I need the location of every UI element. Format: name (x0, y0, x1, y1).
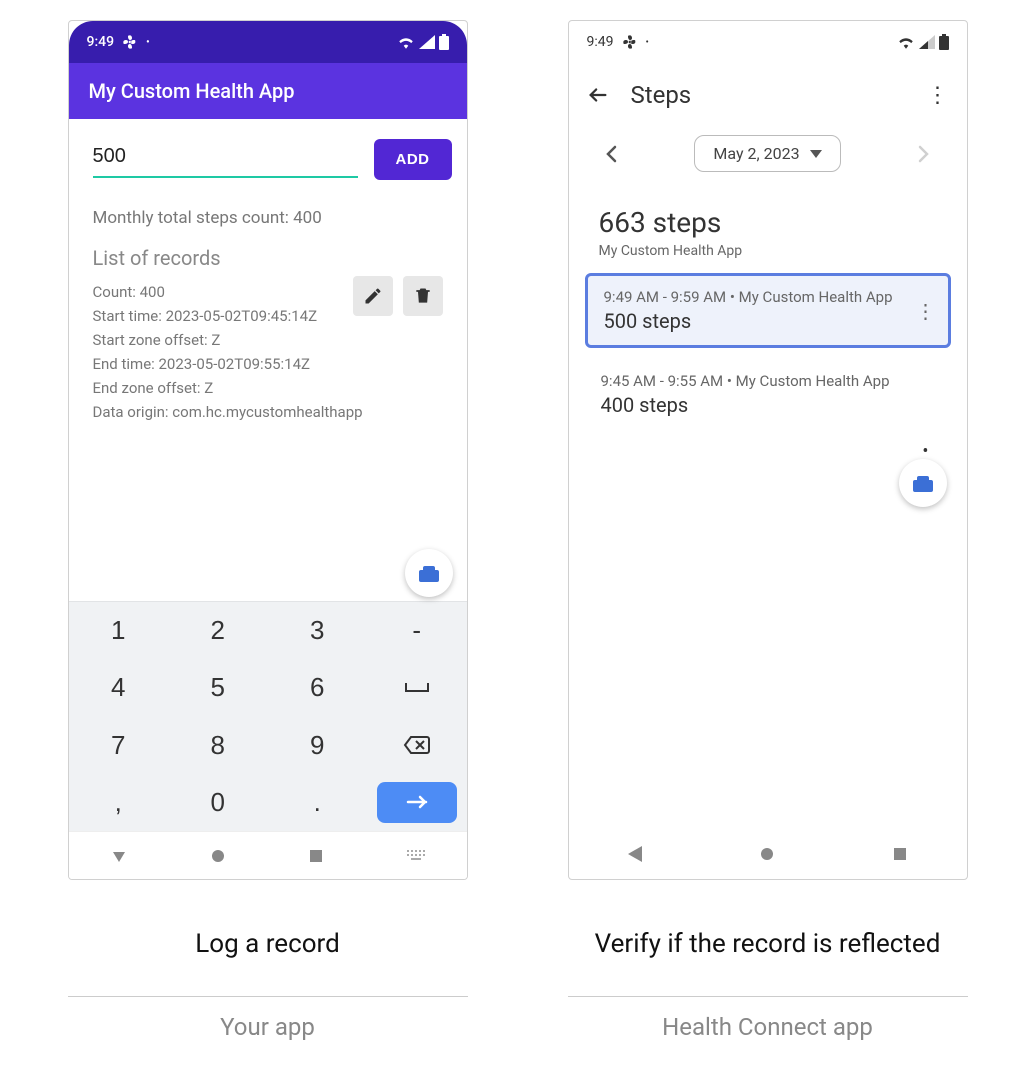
nav-home-icon[interactable] (760, 847, 774, 861)
caption-left: Log a record (195, 908, 340, 980)
app-bar: My Custom Health App (69, 63, 467, 119)
record-start-zone: Start zone offset: Z (93, 328, 443, 352)
key-backspace[interactable] (367, 717, 467, 774)
entry-overflow-button[interactable]: ⋮ (916, 299, 936, 323)
delete-button[interactable] (403, 276, 443, 316)
dot-icon: • (646, 37, 649, 48)
entry-value: 400 steps (601, 393, 935, 417)
list-heading: List of records (93, 246, 443, 270)
key-9[interactable]: 9 (268, 717, 368, 774)
date-picker-chip[interactable]: May 2, 2023 (694, 135, 840, 172)
nav-recent-icon[interactable] (309, 849, 323, 863)
key-8[interactable]: 8 (168, 717, 268, 774)
wifi-icon (397, 35, 415, 49)
status-bar: 9:49 • (569, 21, 967, 63)
monthly-total-label: Monthly total steps count: 400 (93, 208, 443, 228)
key-6[interactable]: 6 (268, 659, 368, 716)
key-4[interactable]: 4 (69, 659, 169, 716)
fan-icon (622, 34, 638, 50)
numeric-keypad: 1 2 3 - 4 5 6 7 8 9 , 0 (69, 601, 467, 831)
backspace-icon (403, 735, 431, 755)
key-7[interactable]: 7 (69, 717, 169, 774)
steps-entry-highlighted[interactable]: 9:49 AM - 9:59 AM • My Custom Health App… (585, 273, 951, 348)
prev-day-button[interactable] (597, 137, 625, 171)
status-time: 9:49 (587, 34, 614, 50)
caption-right: Verify if the record is reflected (595, 908, 941, 980)
nav-back-icon[interactable] (111, 848, 127, 864)
record-end-zone: End zone offset: Z (93, 376, 443, 400)
nav-home-icon[interactable] (211, 849, 225, 863)
toolbox-fab[interactable] (405, 549, 453, 597)
entry-time: 9:49 AM - 9:59 AM • My Custom Health App (604, 288, 932, 306)
nav-keyboard-icon[interactable] (407, 850, 425, 862)
key-period[interactable]: . (268, 774, 368, 831)
summary-value: 663 steps (599, 206, 937, 239)
app-bar: Steps ⋮ (569, 63, 967, 127)
key-comma[interactable]: , (69, 774, 169, 831)
steps-input[interactable] (93, 139, 358, 178)
record-item: Count: 400 Start time: 2023-05-02T09:45:… (93, 280, 443, 424)
key-1[interactable]: 1 (69, 602, 169, 659)
pencil-icon (363, 286, 383, 306)
page-title: Steps (631, 81, 905, 109)
phone-your-app: 9:49 • (68, 20, 468, 880)
date-selector: May 2, 2023 (569, 127, 967, 180)
dot-icon: • (146, 37, 150, 48)
dropdown-icon (810, 150, 822, 158)
back-button[interactable] (587, 84, 609, 106)
status-time: 9:49 (87, 34, 115, 50)
key-3[interactable]: 3 (268, 602, 368, 659)
overflow-menu-button[interactable]: ⋮ (927, 83, 949, 108)
daily-summary: 663 steps My Custom Health App (569, 180, 967, 267)
phone-health-connect: 9:49 • Steps ⋮ (568, 20, 968, 880)
key-space[interactable] (367, 659, 467, 716)
enter-icon (406, 795, 428, 809)
wifi-icon (897, 35, 915, 49)
toolbox-icon (911, 471, 935, 495)
battery-icon (439, 34, 449, 50)
record-end-time: End time: 2023-05-02T09:55:14Z (93, 352, 443, 376)
toolbox-icon (417, 561, 441, 585)
edit-button[interactable] (353, 276, 393, 316)
date-label: May 2, 2023 (713, 144, 799, 163)
signal-icon (919, 35, 935, 49)
entry-value: 500 steps (604, 309, 932, 333)
fan-icon (122, 34, 138, 50)
subcaption-right: Health Connect app (662, 1013, 873, 1041)
key-dash[interactable]: - (367, 602, 467, 659)
entry-time: 9:45 AM - 9:55 AM • My Custom Health App (601, 372, 935, 390)
divider (568, 996, 968, 997)
key-2[interactable]: 2 (168, 602, 268, 659)
app-title: My Custom Health App (89, 79, 295, 103)
status-bar: 9:49 • (69, 21, 467, 63)
system-nav-bar (69, 831, 467, 879)
divider (68, 996, 468, 997)
system-nav-bar (569, 829, 967, 879)
key-enter[interactable] (377, 782, 457, 823)
next-day-button[interactable] (910, 137, 938, 171)
steps-entry[interactable]: 9:45 AM - 9:55 AM • My Custom Health App… (585, 360, 951, 429)
key-0[interactable]: 0 (168, 774, 268, 831)
battery-icon (939, 34, 949, 50)
subcaption-left: Your app (220, 1013, 315, 1041)
add-button[interactable]: ADD (374, 139, 452, 180)
signal-icon (419, 35, 435, 49)
summary-source: My Custom Health App (599, 243, 937, 259)
nav-back-icon[interactable] (628, 846, 642, 862)
nav-recent-icon[interactable] (893, 847, 907, 861)
toolbox-fab[interactable] (899, 459, 947, 507)
trash-icon (413, 286, 433, 306)
key-5[interactable]: 5 (168, 659, 268, 716)
record-origin: Data origin: com.hc.mycustomhealthapp (93, 400, 443, 424)
